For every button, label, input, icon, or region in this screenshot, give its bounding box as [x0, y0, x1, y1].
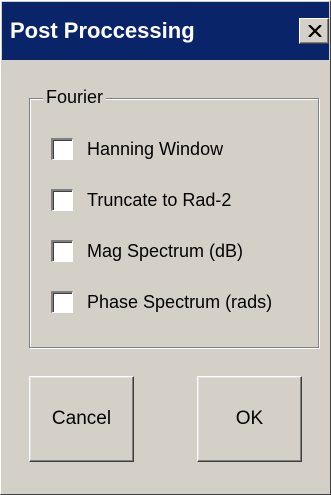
cancel-button[interactable]: Cancel	[29, 376, 134, 462]
hanning-window-checkbox[interactable]	[51, 138, 73, 160]
phase-spectrum-checkbox[interactable]	[51, 291, 73, 313]
hanning-window-option[interactable]: Hanning Window	[51, 136, 223, 162]
phase-spectrum-option[interactable]: Phase Spectrum (rads)	[51, 289, 272, 315]
dialog-title: Post Proccessing	[10, 18, 195, 43]
phase-spectrum-label: Phase Spectrum (rads)	[87, 291, 273, 312]
truncate-rad2-checkbox[interactable]	[51, 189, 73, 211]
mag-spectrum-checkbox[interactable]	[51, 240, 73, 262]
close-icon	[308, 25, 322, 37]
ok-button[interactable]: OK	[197, 376, 302, 462]
post-processing-dialog: Post Proccessing Fourier Hanning Window …	[0, 0, 331, 495]
truncate-rad2-label: Truncate to Rad-2	[87, 189, 232, 210]
title-bar[interactable]: Post Proccessing	[2, 2, 329, 60]
truncate-rad2-option[interactable]: Truncate to Rad-2	[51, 187, 231, 213]
mag-spectrum-label: Mag Spectrum (dB)	[87, 240, 244, 261]
fourier-group-label: Fourier	[43, 87, 107, 108]
hanning-window-label: Hanning Window	[87, 138, 224, 159]
mag-spectrum-option[interactable]: Mag Spectrum (dB)	[51, 238, 243, 264]
close-button[interactable]	[299, 18, 329, 44]
